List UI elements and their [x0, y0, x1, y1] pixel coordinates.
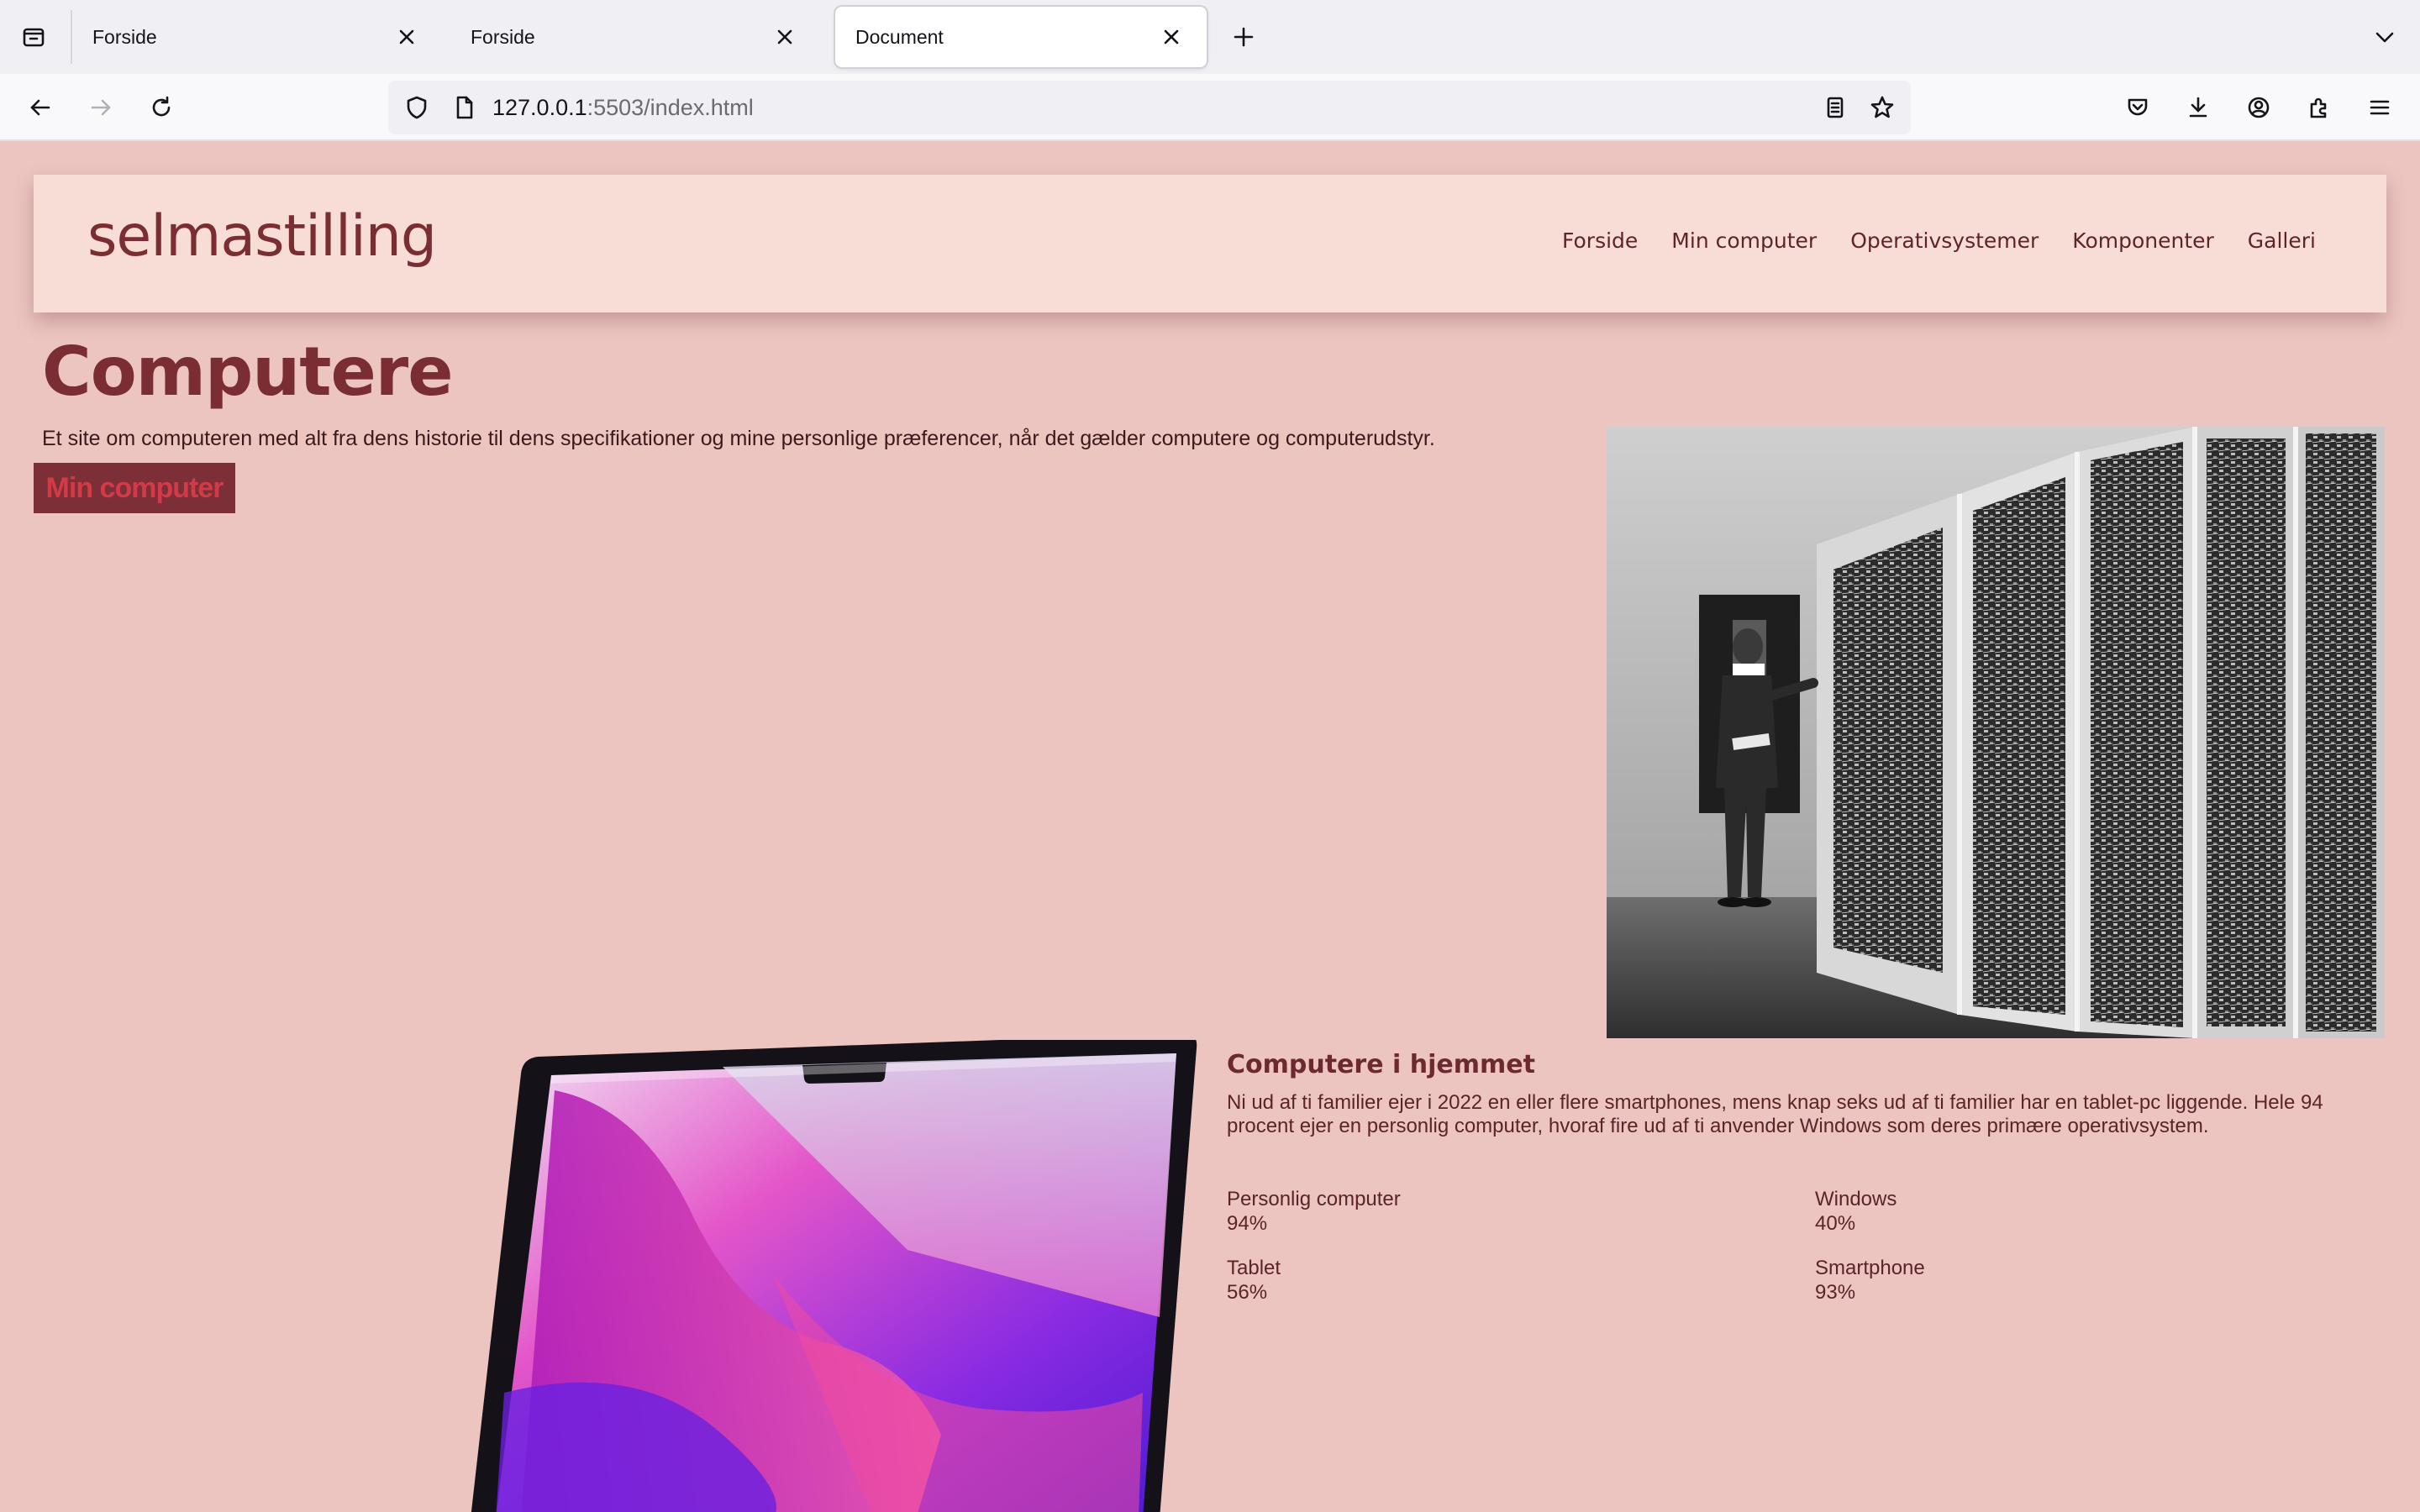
forward-button[interactable]	[82, 89, 119, 126]
back-button[interactable]	[22, 89, 59, 126]
reload-icon	[152, 96, 171, 117]
hero-title: Computere	[42, 333, 453, 411]
tab-forside-1[interactable]: Forside	[72, 7, 442, 67]
pocket-icon	[2128, 98, 2148, 116]
hero-description: Et site om computeren med alt fra dens h…	[42, 427, 1435, 450]
stat-value: 94%	[1227, 1212, 1268, 1235]
tab-title: Forside	[471, 25, 535, 48]
url-path: :5503/index.html	[587, 95, 754, 120]
star-icon	[1870, 96, 1894, 118]
tab-document[interactable]: Document	[835, 7, 1207, 67]
account-button[interactable]	[2240, 89, 2277, 126]
account-icon	[2248, 97, 2270, 118]
firefox-view-icon	[23, 28, 45, 47]
section-title: Computere i hjemmet	[1227, 1050, 1535, 1079]
tab-title: Forside	[92, 25, 157, 48]
stat-value: 56%	[1227, 1281, 1268, 1304]
stat-smartphone: Smartphone 93%	[1815, 1256, 2386, 1305]
menu-button[interactable]	[2361, 89, 2398, 126]
laptop-image	[471, 1033, 1210, 1512]
puzzle-icon	[2310, 97, 2327, 118]
browser-tabstrip: Forside Forside Document	[0, 0, 2420, 74]
stat-windows: Windows 40%	[1815, 1187, 2386, 1236]
close-icon	[1164, 29, 1179, 45]
browser-navbar: 127.0.0.1:5503/index.html	[0, 74, 2420, 141]
nav-link-min-computer[interactable]: Min computer	[1671, 228, 1817, 253]
download-icon	[2189, 97, 2207, 118]
tab-close-button[interactable]	[392, 22, 422, 52]
plus-icon	[1234, 27, 1254, 47]
reader-view-icon	[1827, 97, 1844, 118]
mainframe-photo	[1607, 427, 2385, 1038]
bookmark-button[interactable]	[1864, 89, 1901, 126]
hamburger-menu-icon	[2370, 100, 2390, 115]
nav-link-komponenter[interactable]: Komponenter	[2072, 228, 2214, 253]
min-computer-button[interactable]: Min computer	[34, 463, 235, 513]
extensions-button[interactable]	[2301, 89, 2338, 126]
reload-button[interactable]	[143, 89, 180, 126]
tab-close-button[interactable]	[1156, 22, 1186, 52]
site-info-button[interactable]	[445, 89, 482, 126]
stat-label: Windows	[1815, 1188, 1897, 1210]
site-logo[interactable]: selmastilling	[87, 203, 437, 270]
web-page: selmastilling Forside Min computer Opera…	[0, 141, 2420, 1512]
tab-close-button[interactable]	[770, 22, 800, 52]
site-nav: Forside Min computer Operativsystemer Ko…	[1562, 228, 2316, 253]
downloads-button[interactable]	[2180, 89, 2217, 126]
home-computers-section: Computere i hjemmet Ni ud af ti familier…	[1227, 1050, 2386, 1305]
section-text: Ni ud af ti familier ejer i 2022 en elle…	[1227, 1091, 2323, 1137]
tab-title: Document	[855, 25, 944, 48]
nav-link-operativsystemer[interactable]: Operativsystemer	[1850, 228, 2039, 253]
new-tab-button[interactable]	[1225, 18, 1262, 55]
stat-value: 40%	[1815, 1212, 1856, 1235]
reader-view-button[interactable]	[1817, 89, 1854, 126]
stat-personal-computer: Personlig computer 94%	[1227, 1187, 1815, 1236]
list-all-tabs-button[interactable]	[2366, 18, 2403, 55]
nav-link-forside[interactable]: Forside	[1562, 228, 1638, 253]
arrow-right-icon	[91, 99, 111, 116]
stat-value: 93%	[1815, 1281, 1856, 1304]
page-icon	[456, 96, 473, 119]
chevron-down-icon	[2375, 32, 2394, 43]
firefox-view-button[interactable]	[13, 18, 54, 55]
shield-icon	[407, 96, 427, 119]
close-icon	[777, 29, 792, 45]
url-text[interactable]: 127.0.0.1:5503/index.html	[492, 95, 754, 121]
nav-link-galleri[interactable]: Galleri	[2248, 228, 2316, 253]
stat-label: Personlig computer	[1227, 1188, 1401, 1210]
pocket-button[interactable]	[2119, 89, 2156, 126]
stat-label: Tablet	[1227, 1257, 1281, 1279]
tracking-protection-button[interactable]	[398, 89, 435, 126]
tab-forside-2[interactable]: Forside	[450, 7, 820, 67]
arrow-left-icon	[30, 99, 50, 116]
site-header: selmastilling Forside Min computer Opera…	[34, 175, 2386, 312]
stats-grid: Personlig computer 94% Windows 40% Table…	[1227, 1187, 2386, 1305]
close-icon	[399, 29, 414, 45]
url-host: 127.0.0.1	[492, 95, 587, 120]
url-bar[interactable]: 127.0.0.1:5503/index.html	[388, 81, 1911, 134]
stat-tablet: Tablet 56%	[1227, 1256, 1815, 1305]
stat-label: Smartphone	[1815, 1257, 1925, 1279]
